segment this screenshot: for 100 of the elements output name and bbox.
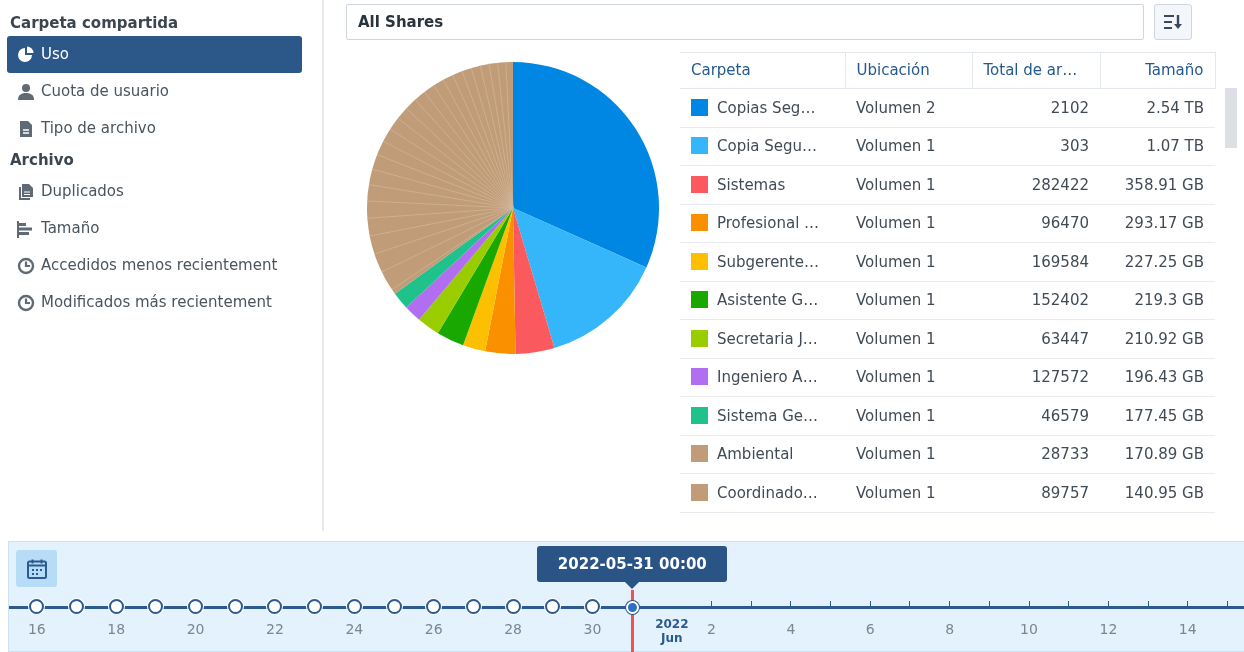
sidebar-item[interactable]: Accedidos menos recientement [7, 247, 302, 284]
sidebar-item[interactable]: Duplicados [7, 173, 302, 210]
table-cell: 46579 [972, 396, 1100, 435]
sidebar-item[interactable]: Tipo de archivo [7, 110, 302, 147]
bar-list-icon [17, 219, 35, 238]
section-heading: Archivo [9, 150, 75, 171]
table-cell: Volumen 1 [845, 204, 972, 243]
pie-chart-icon [17, 45, 35, 64]
day-label: 8 [945, 620, 955, 639]
day-label: 30 [583, 620, 602, 639]
snapshot-point[interactable] [386, 599, 402, 614]
day-label: 26 [424, 620, 443, 639]
snapshot-point[interactable] [307, 599, 323, 614]
day-label: 6 [865, 620, 875, 639]
table-cell: 169584 [972, 242, 1100, 281]
calendar-button[interactable] [16, 550, 57, 587]
snapshot-point[interactable] [426, 599, 442, 614]
documents-icon [17, 182, 35, 201]
time-cursor [630, 590, 634, 652]
table-cell: Volumen 1 [845, 165, 972, 204]
day-label: 12 [1099, 620, 1118, 639]
folder-name: Sistemas [717, 175, 786, 194]
table-cell: Volumen 1 [845, 242, 972, 281]
clock-icon [17, 293, 35, 312]
table-cell: 1.07 TB [1100, 127, 1215, 166]
section-heading: Carpeta compartida [9, 13, 180, 34]
sidebar-item[interactable]: Modificados más recientement [7, 284, 302, 321]
snapshot-point[interactable] [584, 599, 600, 614]
sidebar-item[interactable]: Tamaño [7, 210, 302, 247]
clock-icon [17, 256, 35, 275]
snapshot-point[interactable] [188, 599, 204, 614]
table-cell: 282422 [972, 165, 1100, 204]
day-label: 14 [1178, 620, 1197, 639]
day-label: 10 [1020, 620, 1038, 639]
table-cell: 177.45 GB [1100, 396, 1215, 435]
folder-name: Copia Segu… [717, 137, 818, 155]
folder-name: Copias Seg… [717, 98, 816, 117]
day-label: 16 [27, 620, 46, 639]
table-cell: 28733 [972, 435, 1100, 474]
scrollbar-thumb[interactable] [1225, 88, 1237, 148]
day-label: 2 [707, 620, 716, 639]
table-cell: Volumen 1 [845, 396, 972, 435]
sort-button[interactable] [1154, 4, 1192, 40]
column-header[interactable]: Carpeta [680, 52, 845, 89]
snapshot-point[interactable] [227, 599, 243, 614]
sidebar-item[interactable]: Cuota de usuario [7, 73, 302, 110]
table-cell: Volumen 1 [845, 435, 972, 474]
folder-name: Subgerente… [717, 252, 819, 271]
folder-name: Coordinado… [717, 483, 818, 502]
table-cell: 227.25 GB [1100, 242, 1215, 281]
table-cell: Volumen 1 [845, 473, 972, 512]
column-header[interactable]: Total de ar… [972, 52, 1100, 89]
table-cell: 170.89 GB [1100, 435, 1215, 474]
document-icon [17, 119, 35, 138]
table-cell: 196.43 GB [1100, 358, 1215, 397]
month-label: 2022 Jun [655, 617, 689, 646]
snapshot-point[interactable] [69, 599, 85, 614]
snapshot-point[interactable] [505, 599, 521, 614]
table-cell: 2.54 TB [1100, 88, 1215, 127]
snapshot-point[interactable] [29, 599, 45, 614]
table-cell: 303 [972, 127, 1100, 166]
table-cell: Volumen 1 [845, 319, 972, 358]
calendar-icon [25, 557, 48, 580]
snapshot-point[interactable] [148, 599, 164, 614]
table-cell: 63447 [972, 319, 1100, 358]
day-label: 18 [107, 620, 126, 639]
table-cell: 140.95 GB [1100, 473, 1215, 512]
folder-name: Ingeniero A… [717, 368, 818, 386]
table-cell: 2102 [972, 88, 1100, 127]
snapshot-point[interactable] [267, 599, 283, 614]
table-cell: Volumen 1 [845, 127, 972, 166]
table-cell: Volumen 1 [845, 358, 972, 397]
folder-name: Sistema Ge… [717, 406, 819, 425]
sidebar-item[interactable]: Uso [7, 36, 302, 73]
snapshot-point[interactable] [346, 599, 362, 614]
table-cell: 210.92 GB [1100, 319, 1215, 358]
sort-icon [1163, 13, 1183, 31]
table-cell: 127572 [972, 358, 1100, 397]
folder-name: Profesional … [717, 214, 820, 232]
table-cell: 96470 [972, 204, 1100, 243]
snapshot-point[interactable] [108, 599, 124, 614]
snapshot-point[interactable] [465, 599, 481, 614]
date-tooltip: 2022-05-31 00:00 [537, 546, 728, 582]
table-cell: 219.3 GB [1100, 281, 1215, 320]
snapshot-point[interactable] [545, 599, 561, 614]
day-label: 4 [786, 620, 796, 639]
user-icon [17, 82, 35, 101]
tooltip-pointer [625, 582, 640, 589]
table-cell: 152402 [972, 281, 1100, 320]
day-label: 28 [504, 620, 522, 639]
folder-name: Secretaria J… [717, 329, 818, 348]
table-cell: 89757 [972, 473, 1100, 512]
table-cell: 358.91 GB [1100, 165, 1215, 204]
column-header[interactable]: Tamaño [1100, 52, 1215, 89]
folder-name: Asistente G… [717, 291, 819, 309]
day-label: 24 [345, 620, 364, 639]
share-dropdown[interactable]: All Shares [346, 4, 1144, 40]
column-header[interactable]: Ubicación [845, 52, 972, 89]
table-cell: Volumen 1 [845, 281, 972, 320]
table-cell: Volumen 2 [845, 88, 972, 127]
